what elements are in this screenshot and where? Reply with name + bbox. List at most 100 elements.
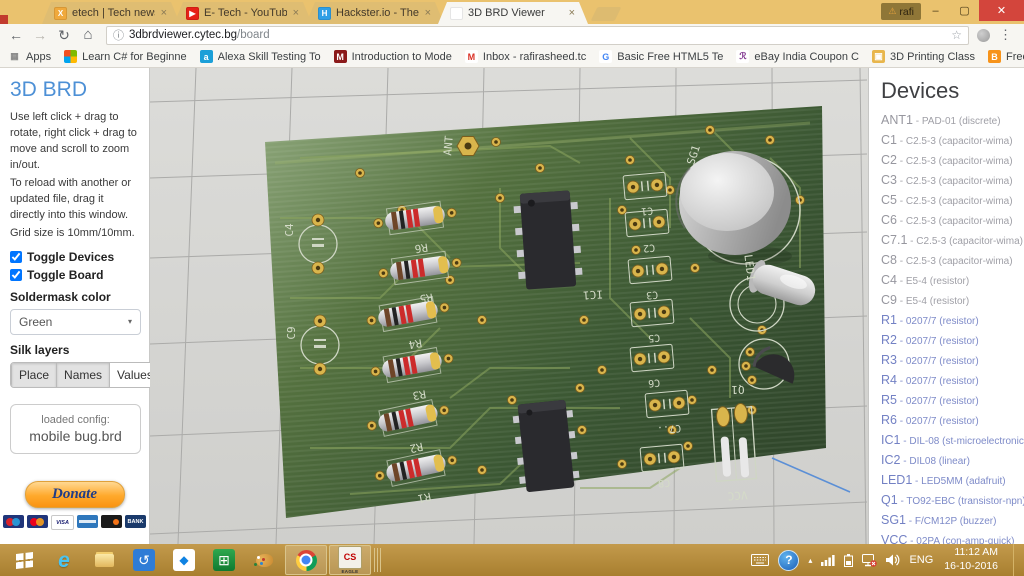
minimize-button[interactable]: –: [921, 0, 950, 21]
device-link[interactable]: IC2 - DIL08 (linear): [881, 454, 1020, 468]
bookmark-item[interactable]: ℛ eBay India Coupon C: [736, 50, 859, 63]
device-link[interactable]: C3 - C2.5-3 (capacitor-wima): [881, 174, 1020, 188]
speaker-icon[interactable]: [886, 554, 900, 566]
svg-text:Q1: Q1: [731, 383, 744, 396]
device-package: C2.5-3 (capacitor-wima): [906, 176, 1013, 187]
donate-button[interactable]: Donate: [25, 481, 125, 508]
toggle-list: Toggle Devices Toggle Board: [10, 250, 141, 282]
taskbar-app-icon[interactable]: ◆: [164, 546, 204, 574]
silk-layer-button[interactable]: Names: [56, 363, 109, 387]
bookmark-star-icon[interactable]: ☆: [951, 28, 962, 42]
browser-tab[interactable]: 3D BRD Viewer ×: [438, 2, 588, 24]
taskbar-app-icon[interactable]: e: [44, 546, 84, 574]
device-link[interactable]: C9 - E5-4 (resistor): [881, 294, 1020, 308]
taskbar-app-icon[interactable]: CS EAGLE: [329, 545, 371, 575]
show-desktop-button[interactable]: [1013, 544, 1020, 576]
device-link[interactable]: C1 - C2.5-3 (capacitor-wima): [881, 134, 1020, 148]
toggle-checkbox[interactable]: [10, 251, 22, 263]
back-icon[interactable]: ←: [6, 25, 26, 45]
bookmark-item[interactable]: M Inbox - rafirasheed.tc: [465, 50, 586, 63]
soldermask-select[interactable]: Green ▾: [10, 309, 141, 335]
taskbar-app-icon[interactable]: ⊞: [204, 546, 244, 574]
device-link[interactable]: Q1 - TO92-EBC (transistor-npn): [881, 494, 1020, 508]
signal-icon[interactable]: [821, 554, 835, 566]
clock[interactable]: 11:12 AM 16-10-2016: [944, 546, 998, 573]
page-info-icon[interactable]: ⓘ: [113, 27, 124, 43]
window-stack-indicator[interactable]: [374, 548, 381, 572]
device-link[interactable]: IC1 - DIL-08 (st-microelectronics): [881, 434, 1020, 448]
network-error-icon[interactable]: [862, 554, 877, 567]
browser-menu-icon[interactable]: ⋮: [994, 27, 1018, 43]
3d-viewport[interactable]: ANT C4 C9: [150, 68, 868, 544]
taskbar-app-icon[interactable]: [84, 546, 124, 574]
bookmark-item[interactable]: G Basic Free HTML5 Te: [599, 50, 723, 63]
bookmark-item[interactable]: ▣ 3D Printing Class: [872, 50, 975, 63]
taskbar-app-icon[interactable]: ↺: [124, 546, 164, 574]
device-link[interactable]: C4 - E5-4 (resistor): [881, 274, 1020, 288]
device-package: 0207/7 (resistor): [906, 356, 979, 367]
tab-close-icon[interactable]: ×: [568, 7, 576, 19]
device-link[interactable]: VCC - 02PA (con-amp-quick): [881, 534, 1020, 544]
silk-layer-button[interactable]: Place: [11, 363, 56, 387]
bookmark-item[interactable]: ▦ Apps: [8, 50, 51, 63]
device-link[interactable]: R3 - 0207/7 (resistor): [881, 354, 1020, 368]
browser-tab[interactable]: X etech | Tech news ×: [42, 2, 180, 24]
address-bar[interactable]: ⓘ 3dbrdviewer.cytec.bg/board ☆: [106, 26, 969, 45]
toggle-row[interactable]: Toggle Board: [10, 268, 141, 282]
extension-icon[interactable]: [977, 29, 990, 42]
bookmark-item[interactable]: M Introduction to Mode: [334, 50, 452, 63]
forward-icon[interactable]: →: [30, 25, 50, 45]
reload-icon[interactable]: ↻: [54, 25, 74, 45]
maximize-button[interactable]: ▢: [950, 0, 979, 21]
tab-close-icon[interactable]: ×: [292, 7, 300, 19]
device-name: R6: [881, 413, 897, 427]
device-link[interactable]: LED1 - LED5MM (adafruit): [881, 474, 1020, 488]
browser-tab[interactable]: H Hackster.io - The commu ×: [306, 2, 444, 24]
toggle-checkbox[interactable]: [10, 269, 22, 281]
battery-icon[interactable]: [844, 554, 853, 567]
svg-text:ANT: ANT: [441, 135, 456, 156]
tabs: X etech | Tech news × ▶ E- Tech - YouTub…: [42, 2, 582, 24]
silk-layer-buttons: Place Names Values: [10, 362, 161, 388]
bookmark-label: Learn C# for Beginne: [82, 51, 187, 63]
device-link[interactable]: R1 - 0207/7 (resistor): [881, 314, 1020, 328]
profile-badge[interactable]: ⚠ rafi: [881, 3, 921, 20]
tab-close-icon[interactable]: ×: [424, 7, 432, 19]
device-link[interactable]: R4 - 0207/7 (resistor): [881, 374, 1020, 388]
device-link[interactable]: C8 - C2.5-3 (capacitor-wima): [881, 254, 1020, 268]
bookmark-item[interactable]: B FreeBitco.in - Free Bit: [988, 50, 1024, 63]
device-link[interactable]: C6 - C2.5-3 (capacitor-wima): [881, 214, 1020, 228]
payment-method-icon: [27, 515, 48, 528]
toggle-row[interactable]: Toggle Devices: [10, 250, 141, 264]
hidden-icons-chevron[interactable]: ▴: [808, 556, 812, 565]
help-icon[interactable]: ?: [778, 550, 799, 571]
tab-close-icon[interactable]: ×: [160, 7, 168, 19]
device-link[interactable]: C2 - C2.5-3 (capacitor-wima): [881, 154, 1020, 168]
device-package: E5-4 (resistor): [906, 276, 969, 287]
taskbar-app-icon[interactable]: [244, 546, 284, 574]
bookmark-item[interactable]: a Alexa Skill Testing To: [200, 50, 321, 63]
device-link[interactable]: C7.1 - C2.5-3 (capacitor-wima): [881, 234, 1020, 248]
pcb-board[interactable]: ANT C4 C9: [265, 106, 850, 518]
close-button[interactable]: ✕: [979, 0, 1024, 21]
toggle-label: Toggle Board: [27, 268, 103, 282]
device-link[interactable]: C5 - C2.5-3 (capacitor-wima): [881, 194, 1020, 208]
bookmark-label: Apps: [26, 51, 51, 63]
device-link[interactable]: R2 - 0207/7 (resistor): [881, 334, 1020, 348]
device-link[interactable]: ANT1 - PAD-01 (discrete): [881, 114, 1020, 128]
device-link[interactable]: SG1 - F/CM12P (buzzer): [881, 514, 1020, 528]
language-indicator[interactable]: ENG: [909, 554, 933, 566]
bookmark-item[interactable]: Learn C# for Beginne: [64, 50, 187, 63]
new-tab-button[interactable]: [591, 7, 622, 21]
browser-tab[interactable]: ▶ E- Tech - YouTube ×: [174, 2, 312, 24]
taskbar-app-icon[interactable]: [4, 546, 44, 574]
touch-keyboard-icon[interactable]: [751, 554, 769, 566]
soldermask-label: Soldermask color: [10, 290, 141, 304]
device-link[interactable]: R5 - 0207/7 (resistor): [881, 394, 1020, 408]
bookmark-label: 3D Printing Class: [890, 51, 975, 63]
taskbar-app-icon[interactable]: [285, 545, 327, 575]
home-icon[interactable]: ⌂: [78, 25, 98, 45]
device-package: F/CM12P (buzzer): [915, 516, 997, 527]
device-link[interactable]: R6 - 0207/7 (resistor): [881, 414, 1020, 428]
device-name: R3: [881, 353, 897, 367]
